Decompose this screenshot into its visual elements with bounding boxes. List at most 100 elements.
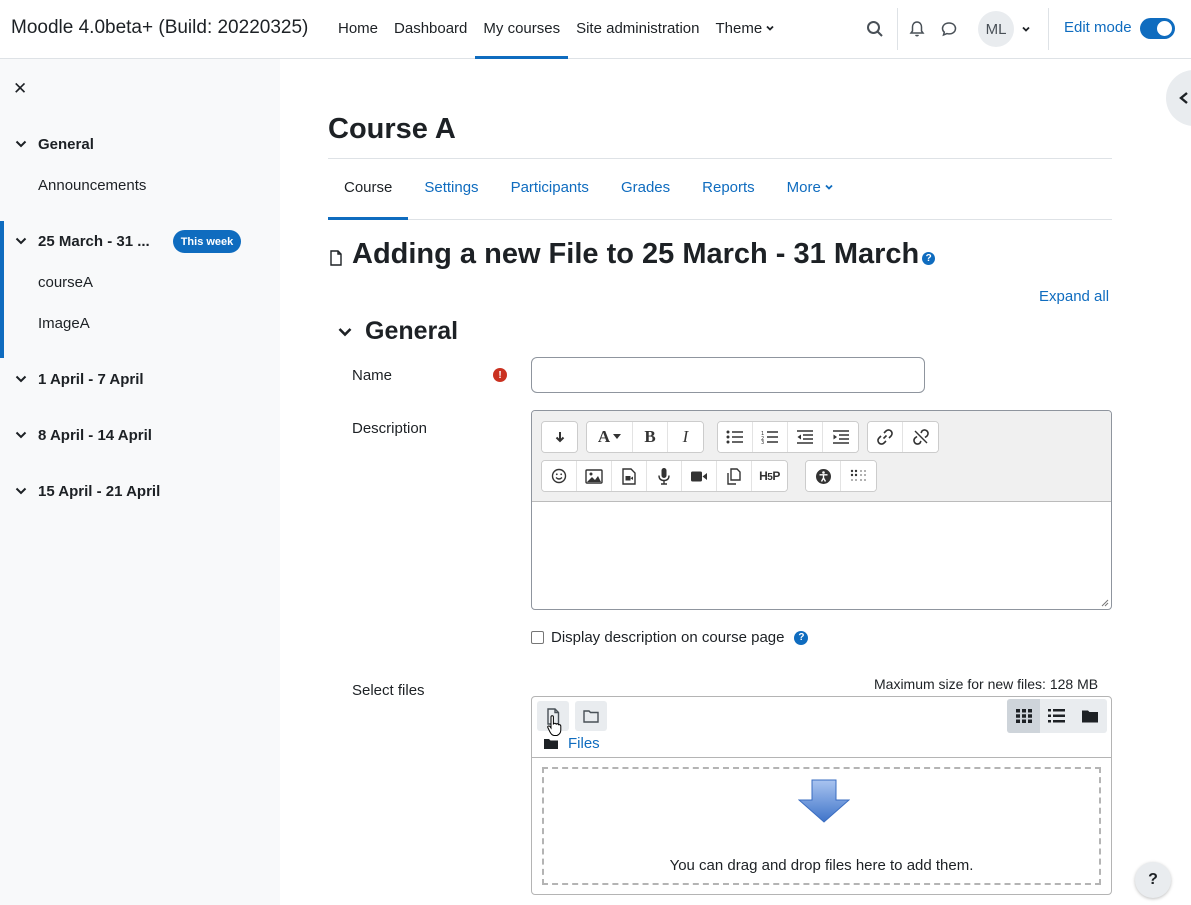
folder-icon xyxy=(583,710,599,723)
nav-dashboard[interactable]: Dashboard xyxy=(386,0,475,59)
tab-settings[interactable]: Settings xyxy=(408,159,494,219)
general-section-toggle[interactable]: General xyxy=(337,317,458,346)
chevron-down-icon[interactable] xyxy=(14,428,28,442)
section-title[interactable]: 1 April - 7 April xyxy=(38,371,144,388)
tab-course[interactable]: Course xyxy=(328,159,409,220)
section-title[interactable]: General xyxy=(38,136,94,153)
indent-icon[interactable] xyxy=(823,422,858,452)
tab-grades[interactable]: Grades xyxy=(605,159,686,219)
video-camera-icon[interactable] xyxy=(682,461,717,491)
description-editor: A B I 123 H5P xyxy=(531,410,1112,610)
editor-toolbar-group: H5P xyxy=(541,460,788,492)
drop-zone-text: You can drag and drop files here to add … xyxy=(669,857,974,874)
expand-all-link[interactable]: Expand all xyxy=(1039,288,1109,305)
section-title[interactable]: 25 March - 31 ... xyxy=(38,233,150,250)
bold-icon[interactable]: B xyxy=(633,422,668,452)
resize-handle-icon[interactable] xyxy=(1101,599,1109,607)
course-index-section[interactable]: 1 April - 7 April xyxy=(0,364,280,394)
h5p-icon[interactable]: H5P xyxy=(752,461,787,491)
files-path-link[interactable]: Files xyxy=(568,735,600,752)
chevron-down-icon[interactable] xyxy=(14,137,28,151)
search-icon[interactable] xyxy=(863,17,887,41)
media-icon[interactable] xyxy=(612,461,647,491)
file-manager-toolbar: Files xyxy=(532,697,1111,758)
help-button[interactable]: ? xyxy=(1135,862,1171,898)
display-description-option: Display description on course page ? xyxy=(531,629,809,646)
tab-participants[interactable]: Participants xyxy=(495,159,605,219)
help-icon[interactable]: ? xyxy=(794,630,809,645)
help-icon[interactable]: ? xyxy=(922,252,936,265)
chevron-down-icon[interactable] xyxy=(337,324,353,340)
unordered-list-icon[interactable] xyxy=(718,422,753,452)
edit-mode-label[interactable]: Edit mode xyxy=(1064,19,1132,36)
user-avatar[interactable]: ML xyxy=(978,11,1014,47)
microphone-icon[interactable] xyxy=(647,461,682,491)
file-manager: Files You can drag and drop files here t… xyxy=(531,696,1112,895)
chevron-down-icon xyxy=(825,184,833,190)
display-description-checkbox[interactable] xyxy=(531,631,544,644)
editor-toolbar-group: A B I xyxy=(586,421,704,453)
select-files-label: Select files xyxy=(352,682,425,699)
site-brand[interactable]: Moodle 4.0beta+ (Build: 20220325) xyxy=(11,17,308,39)
page-heading: Adding a new File to 25 March - 31 March… xyxy=(328,238,936,271)
nav-theme-dropdown[interactable]: Theme xyxy=(708,0,784,59)
paragraph-styles-icon[interactable]: A xyxy=(587,422,633,452)
outdent-icon[interactable] xyxy=(788,422,823,452)
display-description-label[interactable]: Display description on course page xyxy=(551,629,784,646)
course-index-item[interactable]: Announcements xyxy=(38,177,146,194)
mouse-pointer-icon xyxy=(547,715,562,736)
italic-icon[interactable]: I xyxy=(668,422,703,452)
image-icon[interactable] xyxy=(577,461,612,491)
section-title[interactable]: 15 April - 21 April xyxy=(38,483,160,500)
list-view-button[interactable] xyxy=(1040,699,1073,733)
arrow-down-icon xyxy=(798,779,850,823)
chevron-down-icon[interactable] xyxy=(14,484,28,498)
ordered-list-icon[interactable]: 123 xyxy=(753,422,788,452)
tree-view-button[interactable] xyxy=(1073,699,1106,733)
link-icon[interactable] xyxy=(868,422,903,452)
icons-view-button[interactable] xyxy=(1007,699,1040,733)
editor-toolbar-group xyxy=(805,460,877,492)
message-icon[interactable] xyxy=(937,17,961,41)
course-index-item[interactable]: ImageA xyxy=(38,315,90,332)
nav-theme-label: Theme xyxy=(715,20,763,37)
course-index-section[interactable]: 8 April - 14 April xyxy=(0,420,280,450)
folder-icon xyxy=(1081,710,1098,723)
chevron-left-icon xyxy=(1179,92,1188,104)
user-menu-chevron-down-icon[interactable] xyxy=(1014,17,1038,41)
course-title: Course A xyxy=(328,113,456,145)
bell-icon[interactable] xyxy=(905,17,929,41)
create-folder-button[interactable] xyxy=(575,701,607,731)
file-icon xyxy=(330,249,342,266)
course-index-section[interactable]: General xyxy=(0,129,280,159)
course-index-drawer: ✕ General Announcements 25 March - 31 ..… xyxy=(0,59,280,905)
file-drop-zone[interactable]: You can drag and drop files here to add … xyxy=(542,767,1101,885)
tab-more[interactable]: More xyxy=(771,159,850,219)
chevron-down-icon[interactable] xyxy=(14,234,28,248)
nav-home[interactable]: Home xyxy=(330,0,386,59)
edit-mode-toggle[interactable] xyxy=(1140,18,1175,39)
course-secondary-nav: Course Settings Participants Grades Repo… xyxy=(328,158,1112,220)
tab-reports[interactable]: Reports xyxy=(686,159,771,219)
chevron-down-icon[interactable] xyxy=(14,372,28,386)
emoji-icon[interactable] xyxy=(542,461,577,491)
description-editor-content[interactable] xyxy=(532,502,1111,609)
accessibility-checker-icon[interactable] xyxy=(806,461,841,491)
description-label: Description xyxy=(352,420,428,437)
section-title[interactable]: 8 April - 14 April xyxy=(38,427,152,444)
close-drawer-icon[interactable]: ✕ xyxy=(13,79,27,99)
manage-files-icon[interactable] xyxy=(717,461,752,491)
nav-my-courses[interactable]: My courses xyxy=(475,0,568,59)
nav-site-administration[interactable]: Site administration xyxy=(568,0,707,59)
name-input[interactable] xyxy=(531,357,925,393)
course-index-item[interactable]: courseA xyxy=(38,274,93,291)
navbar-divider xyxy=(897,8,898,50)
screenreader-helper-icon[interactable] xyxy=(841,461,876,491)
name-label: Name xyxy=(352,367,393,384)
folder-icon xyxy=(544,738,558,749)
show-more-buttons-icon[interactable] xyxy=(542,422,577,452)
navbar-divider xyxy=(1048,8,1049,50)
open-block-drawer-button[interactable] xyxy=(1166,70,1191,126)
course-index-section[interactable]: 15 April - 21 April xyxy=(0,476,280,506)
unlink-icon[interactable] xyxy=(903,422,938,452)
